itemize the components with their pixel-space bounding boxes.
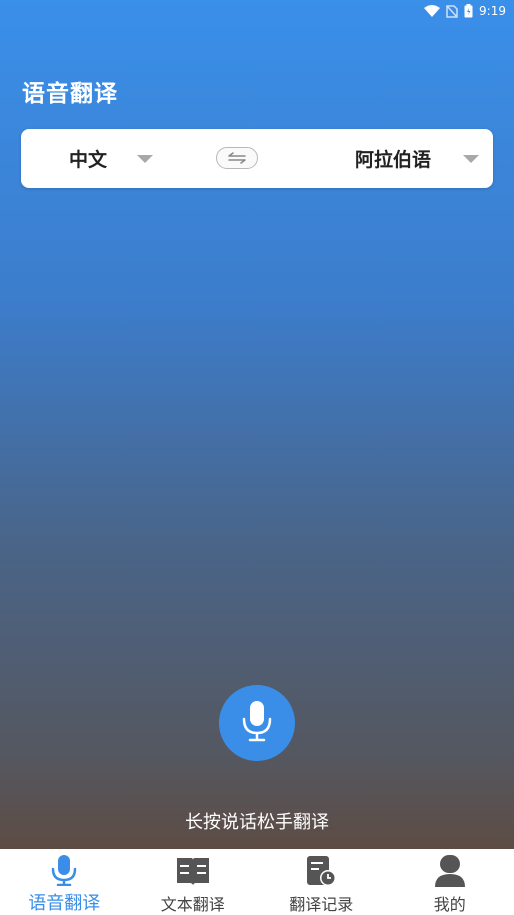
chevron-down-icon [463,154,480,163]
nav-profile[interactable]: 我的 [386,849,514,915]
swap-languages-button[interactable] [216,147,258,169]
swap-arrows-icon [227,149,247,168]
history-icon [305,854,337,888]
voice-translate-screen: 9:19 语音翻译 中文 阿拉伯语 长按说话松手翻译 语音翻译 文本翻译 翻译记… [0,0,514,915]
record-voice-button[interactable] [219,685,295,761]
microphone-icon [50,854,78,886]
profile-icon [434,854,466,888]
nav-text-translate[interactable]: 文本翻译 [129,849,258,915]
microphone-icon [240,700,274,746]
page-title: 语音翻译 [22,81,118,107]
source-language-label: 中文 [69,149,108,171]
target-language-label: 阿拉伯语 [355,149,432,171]
nav-label: 文本翻译 [160,895,225,914]
battery-icon [464,4,473,18]
chevron-down-icon [137,154,154,163]
wifi-icon [424,5,441,17]
nav-label: 语音翻译 [28,893,101,914]
no-sim-icon [446,4,458,18]
bottom-nav: 语音翻译 文本翻译 翻译记录 我的 [0,849,514,915]
nav-label: 我的 [433,895,466,914]
book-icon [176,854,210,888]
record-hint: 长按说话松手翻译 [185,812,329,833]
nav-voice-translate[interactable]: 语音翻译 [0,849,129,915]
language-selector: 中文 阿拉伯语 [21,129,493,188]
source-language-dropdown[interactable]: 中文 [69,129,154,188]
status-bar: 9:19 [0,0,514,22]
nav-history[interactable]: 翻译记录 [257,849,386,915]
nav-label: 翻译记录 [289,895,354,914]
target-language-dropdown[interactable]: 阿拉伯语 [355,129,480,188]
status-time: 9:19 [479,4,506,18]
